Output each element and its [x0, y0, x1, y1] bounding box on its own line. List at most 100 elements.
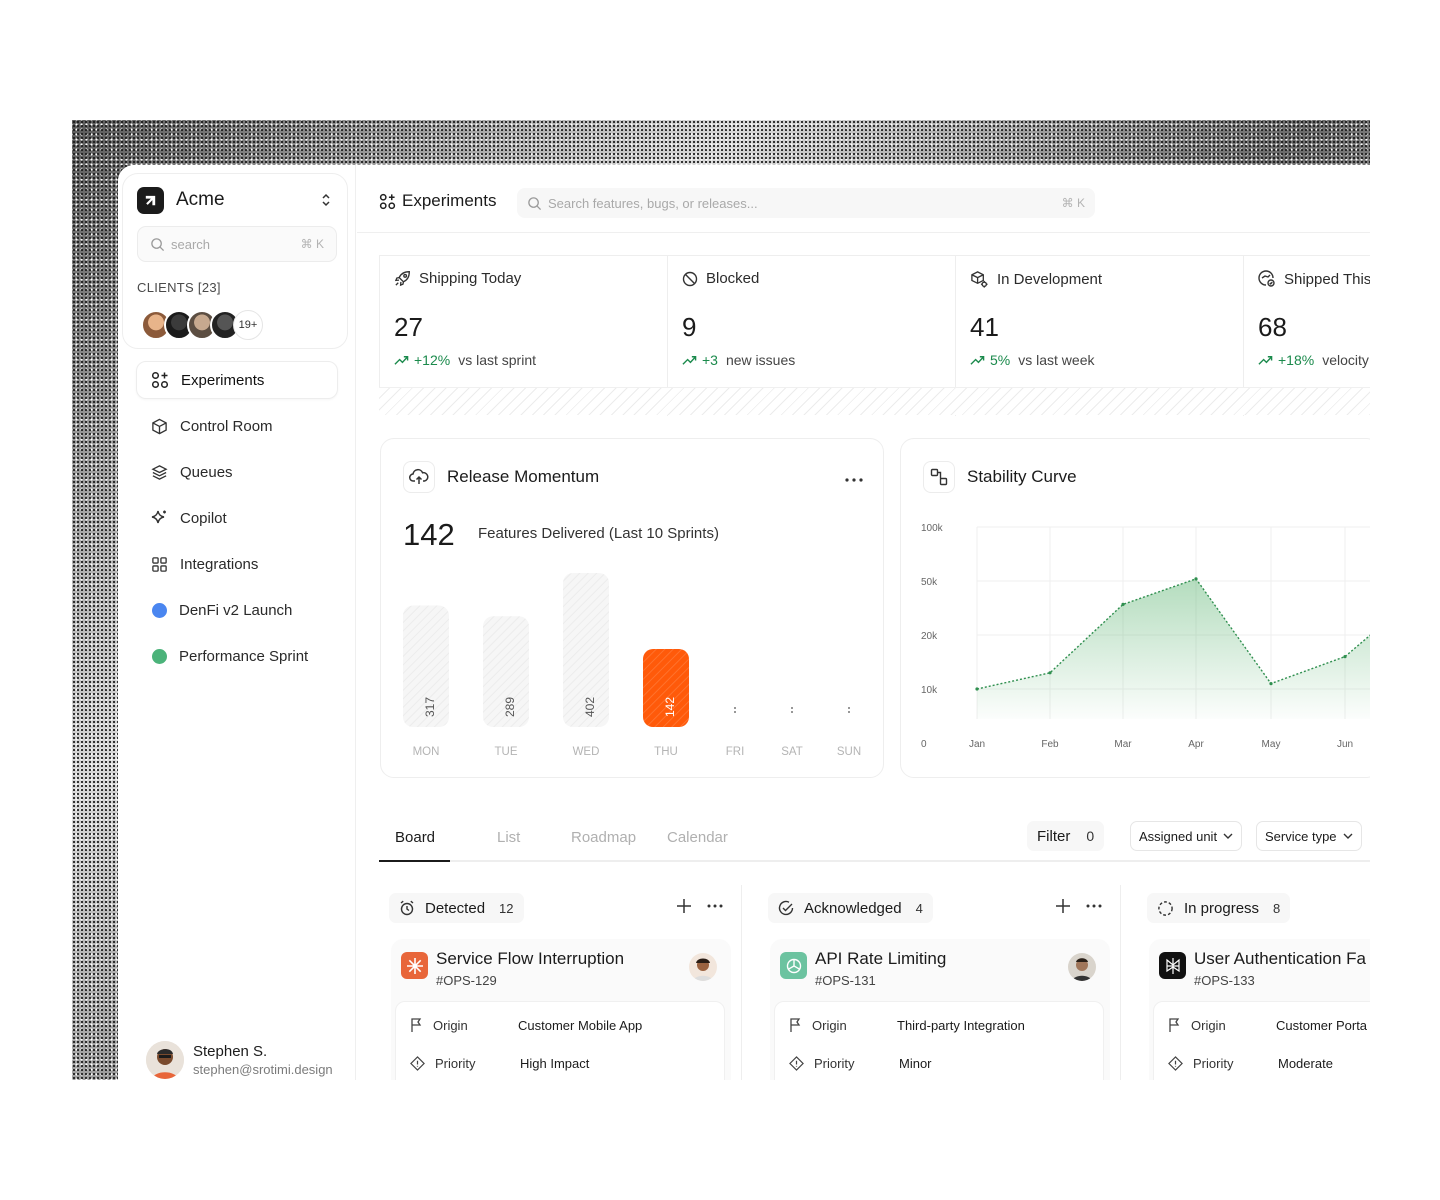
- user-email: stephen@srotimi.design: [193, 1062, 333, 1077]
- card-properties: Origin Third-party Integration Priority …: [774, 1001, 1104, 1080]
- stat-delta-text: vs last sprint: [458, 352, 537, 368]
- board-tabs: Board List Roadmap Calendar Filter 0 Ass…: [379, 815, 1370, 862]
- y-tick-label: 0: [921, 739, 927, 750]
- check-circle-icon: [778, 900, 794, 916]
- stat-delta-value: 5%: [990, 352, 1011, 368]
- cube-icon: [150, 417, 168, 435]
- card-title: API Rate Limiting: [815, 949, 947, 968]
- issue-card[interactable]: API Rate Limiting #OPS-131 Origin Third-…: [770, 939, 1110, 1080]
- x-tick-label: SAT: [781, 746, 803, 758]
- stat-value: 27: [394, 312, 423, 342]
- data-point-jun[interactable]: [1343, 655, 1347, 659]
- openai-logo-icon: [780, 952, 807, 979]
- sidebar-item-integrations[interactable]: Integrations: [136, 545, 338, 583]
- column-count: 12: [499, 900, 514, 916]
- perplexity-logo-icon: [1159, 952, 1186, 979]
- tab-calendar[interactable]: Calendar: [667, 829, 728, 846]
- x-tick-label: FRI: [726, 746, 745, 758]
- asterisk-logo-icon: [401, 952, 428, 979]
- area-fill: [977, 578, 1370, 719]
- property-label: Priority: [435, 1056, 476, 1071]
- more-options-icon[interactable]: [1086, 904, 1102, 908]
- filter-button[interactable]: Filter 0: [1027, 821, 1105, 851]
- search-icon: [528, 196, 542, 210]
- avatar[interactable]: [689, 953, 717, 981]
- column-count: 8: [1273, 900, 1281, 916]
- sidebar-item-denfi-v2-launch[interactable]: DenFi v2 Launch: [136, 591, 338, 629]
- y-tick-label: 100k: [921, 523, 944, 534]
- issue-card[interactable]: User Authentication Fa #OPS-133 Origin C…: [1149, 939, 1370, 1080]
- x-tick-label: Feb: [1041, 739, 1059, 750]
- data-point-feb[interactable]: [1048, 671, 1052, 675]
- main-content: Experiments Search features, bugs, or re…: [357, 165, 1370, 1080]
- avatar[interactable]: [1068, 953, 1096, 981]
- x-tick-label: Jan: [969, 739, 985, 750]
- card-title: User Authentication Fa: [1194, 949, 1366, 968]
- add-icon[interactable]: [677, 899, 691, 913]
- avatar[interactable]: [146, 1041, 184, 1079]
- stat-title: Blocked: [706, 270, 760, 287]
- trend-up-icon: [682, 355, 697, 365]
- data-point-may[interactable]: [1269, 682, 1273, 686]
- data-point-mar[interactable]: [1121, 602, 1125, 606]
- search-placeholder: Search features, bugs, or releases...: [548, 195, 758, 211]
- chevron-up-down-icon[interactable]: [319, 190, 333, 210]
- x-tick-label: Mar: [1114, 739, 1132, 750]
- global-search-input[interactable]: Search features, bugs, or releases... ⌘ …: [517, 188, 1095, 218]
- trend-up-icon: [970, 355, 985, 365]
- column-title: In progress: [1184, 899, 1260, 917]
- bar-value-label: 317: [423, 697, 437, 717]
- sparkle-icon: [150, 509, 168, 527]
- card-id: #OPS-131: [815, 973, 876, 988]
- stat-delta-value: +18%: [1278, 352, 1315, 368]
- data-point-apr[interactable]: [1194, 577, 1198, 581]
- sidebar-item-control-room[interactable]: Control Room: [136, 407, 338, 445]
- assigned-unit-dropdown[interactable]: Assigned unit: [1130, 821, 1243, 851]
- release-momentum-bar-chart: 317 MON 289 TUE 402 WED 142 THU FRI SAT SUN: [403, 573, 861, 758]
- sidebar-item-experiments[interactable]: Experiments: [136, 361, 338, 399]
- trend-up-icon: [394, 355, 409, 365]
- x-tick-label: Jun: [1337, 739, 1353, 750]
- sidebar-item-queues[interactable]: Queues: [136, 453, 338, 491]
- service-type-dropdown[interactable]: Service type: [1256, 821, 1362, 851]
- add-icon[interactable]: [1056, 899, 1070, 913]
- sidebar-item-performance-sprint[interactable]: Performance Sprint: [136, 637, 338, 675]
- active-tab-indicator: [379, 860, 450, 862]
- stats-hatch-strip: [379, 387, 1370, 415]
- issue-card[interactable]: Service Flow Interruption #OPS-129 Origi…: [391, 939, 731, 1080]
- sidebar-item-copilot[interactable]: Copilot: [136, 499, 338, 537]
- sidebar-item-label: Queues: [180, 463, 233, 481]
- tab-roadmap[interactable]: Roadmap: [571, 829, 636, 846]
- sidebar-item-label: Experiments: [181, 371, 265, 389]
- features-delivered-total: 142: [403, 517, 455, 552]
- priority-diamond-icon: [789, 1056, 804, 1071]
- column-count: 4: [915, 900, 923, 916]
- more-options-icon[interactable]: [845, 469, 863, 487]
- column-header[interactable]: In progress 8: [1147, 893, 1291, 923]
- stat-value: 41: [970, 312, 999, 342]
- column-header[interactable]: Acknowledged 4: [768, 893, 933, 923]
- sidebar-item-label: DenFi v2 Launch: [179, 601, 293, 619]
- card-id: #OPS-133: [1194, 973, 1255, 988]
- x-tick-label: May: [1262, 739, 1281, 750]
- panel-title: Release Momentum: [447, 467, 600, 486]
- workspace-name: Acme: [176, 189, 225, 210]
- sidebar-search-input[interactable]: search ⌘ K: [137, 226, 337, 262]
- data-point-jan[interactable]: [975, 687, 979, 691]
- workspace-switcher[interactable]: Acme: [137, 186, 333, 214]
- user-profile[interactable]: Stephen S. stephen@srotimi.design: [146, 1041, 333, 1079]
- board-column-in-progress: In progress 8 User Authentication Fa #OP…: [1137, 885, 1370, 1080]
- more-options-icon[interactable]: [707, 904, 723, 908]
- shipped-icon: [1258, 270, 1275, 287]
- stat-value: 68: [1258, 312, 1287, 342]
- sidebar-item-label: Control Room: [180, 417, 273, 435]
- property-value: Customer Porta: [1276, 1018, 1368, 1033]
- clients-more-badge[interactable]: 19+: [233, 310, 263, 340]
- experiments-icon: [151, 371, 169, 389]
- blocked-icon: [682, 271, 698, 286]
- tab-list[interactable]: List: [497, 829, 520, 846]
- client-avatars[interactable]: 19+: [141, 310, 263, 340]
- filter-label: Filter: [1037, 827, 1071, 845]
- tab-board[interactable]: Board: [395, 829, 435, 846]
- column-header[interactable]: Detected 12: [389, 893, 524, 923]
